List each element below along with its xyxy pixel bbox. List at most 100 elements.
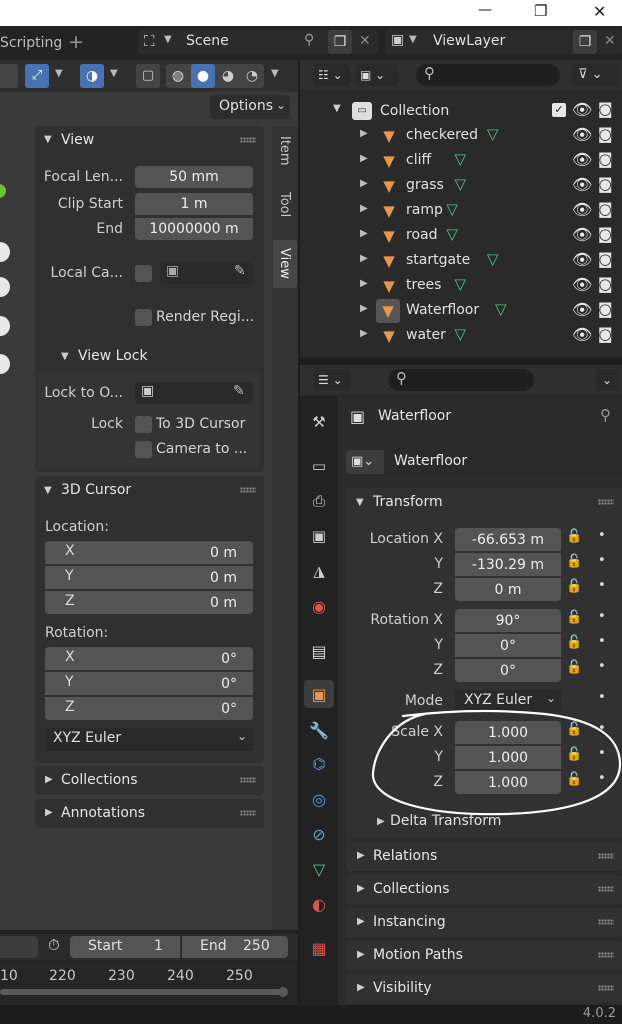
- outliner-search-input[interactable]: ⚲: [416, 64, 560, 86]
- view-layer-tab-icon[interactable]: ▣: [307, 524, 331, 548]
- eye-icon[interactable]: 👁: [572, 275, 592, 294]
- mesh-data-icon[interactable]: ▽: [446, 200, 458, 218]
- overlay-toggle[interactable]: ◑: [80, 64, 104, 88]
- location-x-field[interactable]: -66.653 m: [455, 528, 561, 551]
- outliner-row[interactable]: ▶ ▼ ramp ▽ 👁 ◙: [300, 199, 622, 224]
- new-scene-button[interactable]: ❐: [328, 30, 352, 54]
- mesh-data-icon[interactable]: ▽: [446, 225, 458, 243]
- mesh-data-icon[interactable]: ▽: [455, 150, 467, 168]
- keyframe-dot-icon[interactable]: •: [598, 553, 606, 568]
- eye-icon[interactable]: 👁: [572, 125, 592, 144]
- clip-start-field[interactable]: 1 m: [135, 193, 253, 215]
- cursor-panel-title[interactable]: 3D Cursor: [61, 482, 131, 498]
- tab-tool[interactable]: Tool: [273, 184, 297, 236]
- outliner-row[interactable]: ▶ ▼ checkered ▽ 👁 ◙: [300, 124, 622, 149]
- view-lock-title[interactable]: View Lock: [78, 348, 148, 364]
- viewlayer-selector[interactable]: ▣ ▼ ViewLayer ❐ ✕: [385, 30, 622, 54]
- chevron-right-icon[interactable]: ▶: [360, 278, 368, 289]
- lock-icon[interactable]: 🔓: [566, 660, 582, 675]
- chevron-down-icon[interactable]: ▼: [271, 68, 279, 79]
- filter-dropdown[interactable]: ⊽ ⌄: [572, 64, 618, 86]
- eye-icon[interactable]: 👁: [572, 325, 592, 344]
- options-dropdown[interactable]: Options ⌄: [210, 95, 290, 119]
- camera-icon[interactable]: ◙: [598, 125, 613, 143]
- new-viewlayer-button[interactable]: ❐: [573, 30, 597, 54]
- camera-icon[interactable]: ◙: [598, 275, 613, 293]
- mesh-data-icon[interactable]: ▽: [455, 325, 467, 343]
- panel-motion-paths[interactable]: ▶ Motion Paths: [346, 941, 622, 970]
- minimize-button[interactable]: —: [478, 2, 492, 18]
- maximize-button[interactable]: ❐: [534, 2, 547, 20]
- chevron-right-icon[interactable]: ▶: [360, 153, 368, 164]
- panel-visibility[interactable]: ▶ Visibility: [346, 974, 622, 1003]
- local-camera-object-field[interactable]: ▣ ✎: [160, 262, 253, 284]
- camera-icon[interactable]: ◙: [598, 225, 613, 243]
- outliner-row[interactable]: ▶ ▼ Waterfloor ▽ 👁 ◙: [300, 299, 622, 324]
- object-browse-dropdown[interactable]: ▣⌄: [346, 450, 384, 474]
- eye-icon[interactable]: 👁: [572, 225, 592, 244]
- object-tab-icon[interactable]: ▣: [304, 680, 334, 708]
- chevron-right-icon[interactable]: ▶: [360, 203, 368, 214]
- properties-editor-type[interactable]: ☰ ⌄: [314, 369, 350, 391]
- view-panel-title[interactable]: View: [61, 132, 94, 148]
- display-mode-dropdown[interactable]: ▣ ⌄: [356, 64, 398, 86]
- focal-length-field[interactable]: 50 mm: [135, 166, 253, 188]
- constraints-tab-icon[interactable]: ⊘: [307, 822, 331, 846]
- chevron-down-icon[interactable]: ▼: [55, 68, 63, 79]
- material-tab-icon[interactable]: ◐: [307, 892, 331, 916]
- eye-icon[interactable]: 👁: [572, 250, 592, 269]
- mesh-data-icon[interactable]: ▽: [487, 125, 499, 143]
- collection-row[interactable]: ▼ ▭ Collection ✓ 👁 ◙: [300, 99, 622, 124]
- local-camera-checkbox[interactable]: [135, 265, 152, 282]
- eye-icon[interactable]: 👁: [572, 200, 592, 219]
- current-frame-field[interactable]: [0, 936, 38, 958]
- drag-handle-icon[interactable]: [598, 985, 614, 991]
- object-datablock-field[interactable]: ▣⌄ Waterfloor: [346, 450, 622, 474]
- lock-to-cursor-checkbox[interactable]: [135, 416, 152, 433]
- camera-icon[interactable]: ◙: [598, 325, 613, 343]
- cursor-rotation-mode-dropdown[interactable]: XYZ Euler ⌄: [45, 728, 253, 751]
- eyedropper-icon[interactable]: ✎: [233, 383, 245, 399]
- rendered-shading-icon[interactable]: ◔: [240, 64, 264, 88]
- tab-view[interactable]: View: [273, 240, 297, 288]
- timeline-scrollbar[interactable]: [0, 989, 282, 995]
- modifier-tab-icon[interactable]: 🔧: [307, 718, 331, 742]
- keyframe-dot-icon[interactable]: •: [598, 609, 606, 624]
- outliner-row[interactable]: ▶ ▼ grass ▽ 👁 ◙: [300, 174, 622, 199]
- cursor-location-z[interactable]: Z 0 m: [45, 591, 253, 614]
- keyframe-dot-icon[interactable]: •: [598, 578, 606, 593]
- lock-to-object-field[interactable]: ▣ ✎: [135, 382, 253, 404]
- panel-instancing[interactable]: ▶ Instancing: [346, 908, 622, 937]
- drag-handle-icon[interactable]: [240, 810, 256, 816]
- chevron-down-icon[interactable]: ▼: [356, 497, 364, 508]
- add-workspace-button[interactable]: +: [68, 31, 84, 53]
- cursor-rotation-x[interactable]: X 0°: [45, 647, 253, 670]
- solid-shading-icon[interactable]: ●: [191, 64, 215, 88]
- end-frame-field[interactable]: End 250: [182, 936, 288, 958]
- snap-toggle[interactable]: ⤢: [25, 64, 49, 88]
- properties-search-input[interactable]: ⚲: [388, 369, 534, 391]
- drag-handle-icon[interactable]: [598, 499, 614, 505]
- eye-icon[interactable]: 👁: [572, 300, 592, 319]
- mesh-data-tab-icon[interactable]: ▽: [307, 857, 331, 881]
- cursor-location-y[interactable]: Y 0 m: [45, 566, 253, 589]
- xray-toggle[interactable]: ▢: [136, 64, 160, 88]
- delete-viewlayer-button[interactable]: ✕: [604, 33, 616, 49]
- exclude-checkbox[interactable]: ✓: [552, 103, 566, 117]
- lock-icon[interactable]: 🔓: [566, 579, 582, 594]
- stopwatch-icon[interactable]: ⏱: [48, 936, 60, 954]
- rotation-x-field[interactable]: 90°: [455, 609, 561, 632]
- mesh-data-icon[interactable]: ▽: [495, 300, 507, 318]
- drag-handle-icon[interactable]: [598, 853, 614, 859]
- tool-tab-icon[interactable]: ⚒: [307, 410, 331, 434]
- material-shading-icon[interactable]: ◕: [216, 64, 240, 88]
- close-window-button[interactable]: ✕: [593, 2, 606, 21]
- panel-relations[interactable]: ▶ Relations: [346, 842, 622, 871]
- outliner-row[interactable]: ▶ ▼ trees ▽ 👁 ◙: [300, 274, 622, 299]
- keyframe-dot-icon[interactable]: •: [598, 659, 606, 674]
- annotations-panel-header[interactable]: ▶ Annotations: [35, 799, 264, 828]
- eyedropper-icon[interactable]: ✎: [234, 263, 246, 279]
- rotation-z-field[interactable]: 0°: [455, 659, 561, 682]
- outliner-row[interactable]: ▶ ▼ cliff ▽ 👁 ◙: [300, 149, 622, 174]
- outliner-row[interactable]: ▶ ▼ road ▽ 👁 ◙: [300, 224, 622, 249]
